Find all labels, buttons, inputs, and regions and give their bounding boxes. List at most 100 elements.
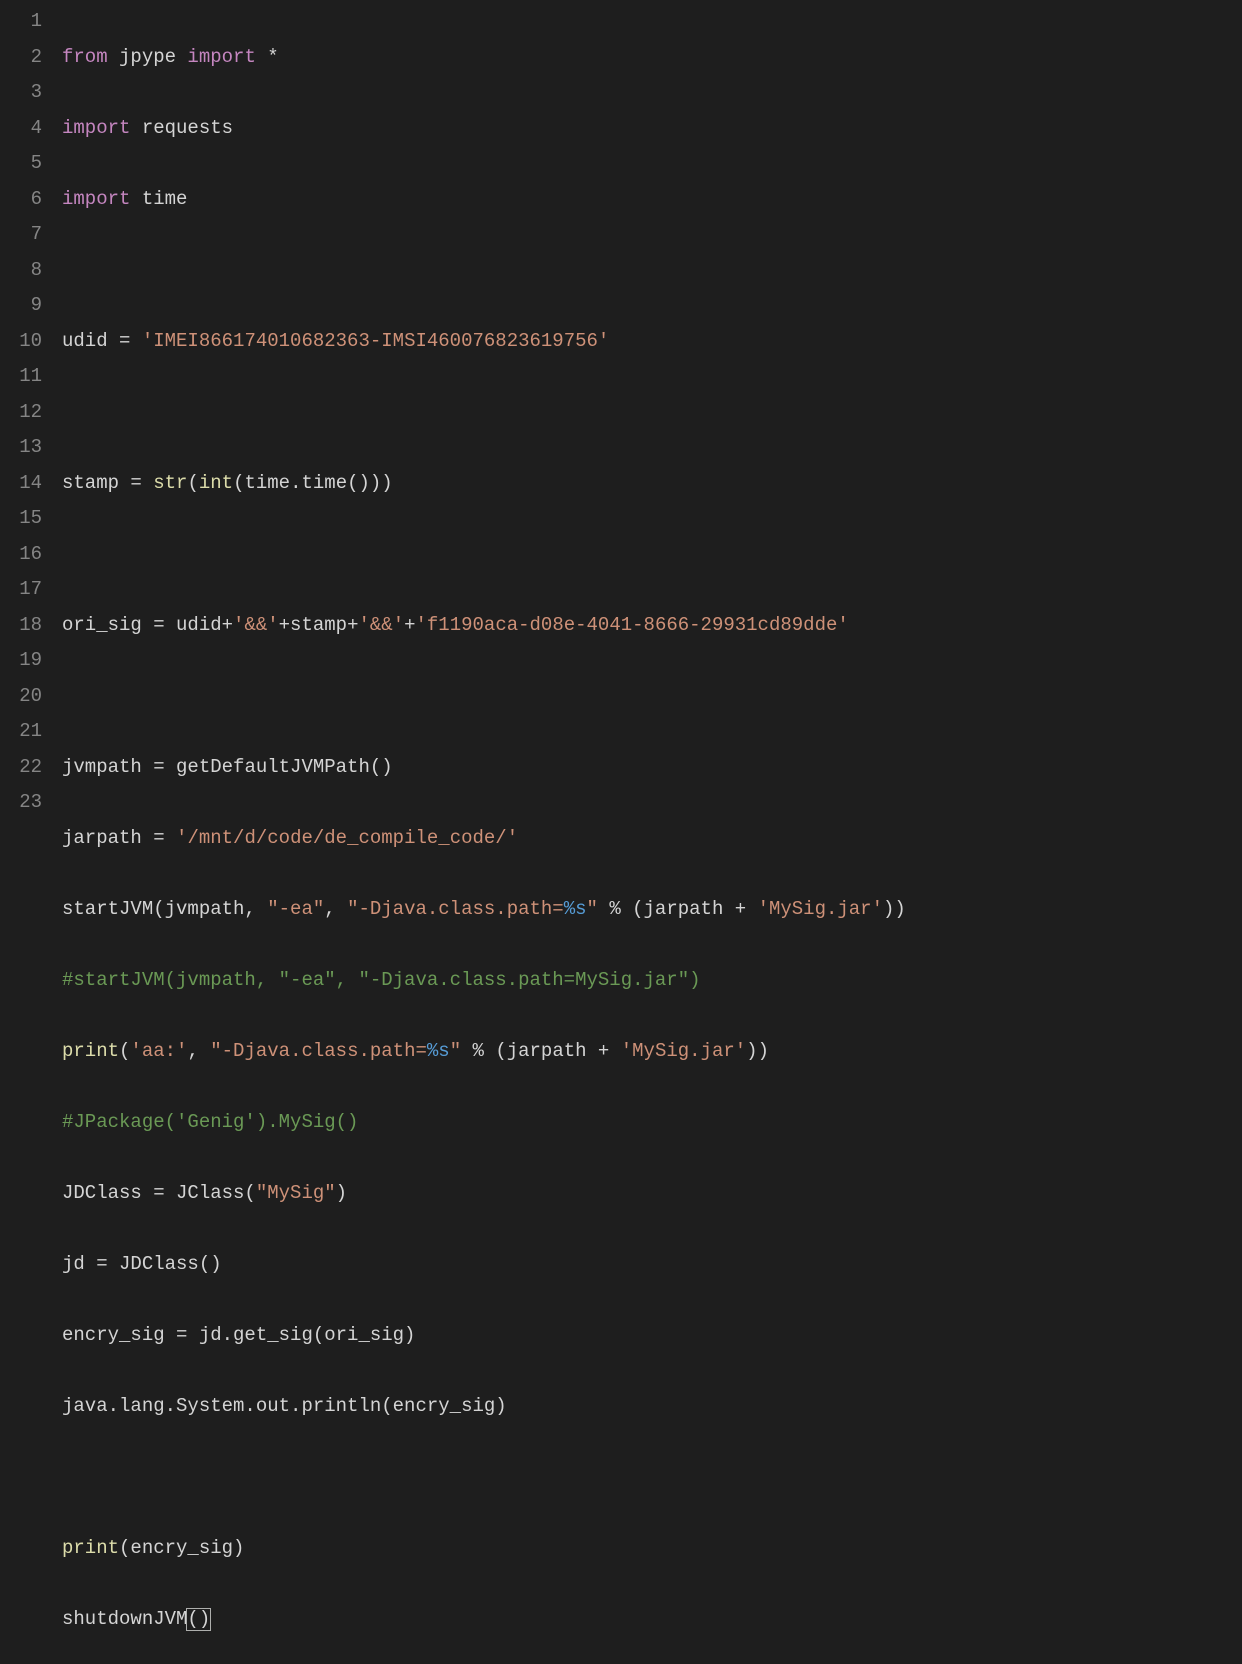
code-line[interactable]: encry_sig = jd.get_sig(ori_sig)	[62, 1318, 1242, 1354]
builtin: int	[199, 472, 233, 494]
line-number: 17	[0, 572, 42, 608]
code-line[interactable]: jarpath = '/mnt/d/code/de_compile_code/'	[62, 821, 1242, 857]
code-line[interactable]: import requests	[62, 111, 1242, 147]
string: "	[587, 898, 598, 920]
variable: ori_sig	[62, 614, 142, 636]
code-line[interactable]: stamp = str(int(time.time()))	[62, 466, 1242, 502]
keyword: import	[62, 188, 142, 210]
line-number: 9	[0, 288, 42, 324]
expr: = udid+	[142, 614, 233, 636]
expr: java.lang.System.out.println(encry_sig)	[62, 1395, 507, 1417]
line-number: 20	[0, 679, 42, 715]
string: 'IMEI866174010682363-IMSI460076823619756…	[142, 330, 609, 352]
comma: ,	[187, 1040, 210, 1062]
comment: #startJVM(jvmpath, "-ea", "-Djava.class.…	[62, 969, 701, 991]
builtin: print	[62, 1537, 119, 1559]
code-line[interactable]: print(encry_sig)	[62, 1531, 1242, 1567]
code-line[interactable]: jvmpath = getDefaultJVMPath()	[62, 750, 1242, 786]
string: 'MySig.jar'	[621, 1040, 746, 1062]
expr: % (jarpath +	[598, 898, 758, 920]
code-line[interactable]: startJVM(jvmpath, "-ea", "-Djava.class.p…	[62, 892, 1242, 928]
code-line[interactable]	[62, 253, 1242, 289]
code-line[interactable]	[62, 679, 1242, 715]
string: 'aa:'	[130, 1040, 187, 1062]
paren: (	[187, 1608, 198, 1630]
string: "MySig"	[256, 1182, 336, 1204]
line-number: 16	[0, 537, 42, 573]
string: "-ea"	[267, 898, 324, 920]
line-number: 22	[0, 750, 42, 786]
line-number: 14	[0, 466, 42, 502]
line-number: 6	[0, 182, 42, 218]
code-line[interactable]	[62, 537, 1242, 573]
expr: encry_sig = jd.get_sig(ori_sig)	[62, 1324, 415, 1346]
code-line[interactable]: java.lang.System.out.println(encry_sig)	[62, 1389, 1242, 1425]
module: requests	[142, 117, 233, 139]
line-number: 13	[0, 430, 42, 466]
code-line[interactable]: shutdownJVM()	[62, 1602, 1242, 1638]
line-number: 23	[0, 785, 42, 821]
string: "-Djava.class.path=	[210, 1040, 427, 1062]
string: "	[450, 1040, 461, 1062]
string: 'MySig.jar'	[758, 898, 883, 920]
paren: (	[119, 1040, 130, 1062]
comment: #JPackage('Genig').MySig()	[62, 1111, 358, 1133]
keyword: from	[62, 46, 119, 68]
code-line[interactable]: jd = JDClass()	[62, 1247, 1242, 1283]
line-number: 1	[0, 4, 42, 40]
code-line[interactable]	[62, 1460, 1242, 1496]
paren: ))	[883, 898, 906, 920]
code-area[interactable]: from jpype import * import requests impo…	[62, 4, 1242, 832]
line-number: 5	[0, 146, 42, 182]
paren: )	[199, 1608, 210, 1630]
code-line[interactable]: ori_sig = udid+'&&'+stamp+'&&'+'f1190aca…	[62, 608, 1242, 644]
line-number: 3	[0, 75, 42, 111]
code-line[interactable]: import time	[62, 182, 1242, 218]
expr: +	[404, 614, 415, 636]
expr: % (jarpath +	[461, 1040, 621, 1062]
cursor-bracket: ()	[186, 1608, 211, 1631]
line-number-gutter: 1234567891011121314151617181920212223	[0, 4, 62, 832]
keyword: import	[62, 117, 142, 139]
line-number: 15	[0, 501, 42, 537]
code-line[interactable]: #JPackage('Genig').MySig()	[62, 1105, 1242, 1141]
code-line[interactable]	[62, 395, 1242, 431]
code-line[interactable]: udid = 'IMEI866174010682363-IMSI46007682…	[62, 324, 1242, 360]
line-number: 18	[0, 608, 42, 644]
string: '/mnt/d/code/de_compile_code/'	[176, 827, 518, 849]
line-number: 4	[0, 111, 42, 147]
expr: jd = JDClass()	[62, 1253, 222, 1275]
operator: =	[142, 827, 176, 849]
line-number: 21	[0, 714, 42, 750]
line-number: 2	[0, 40, 42, 76]
expr: (encry_sig)	[119, 1537, 244, 1559]
paren: ))	[746, 1040, 769, 1062]
line-number: 19	[0, 643, 42, 679]
line-number: 10	[0, 324, 42, 360]
paren: (	[187, 472, 198, 494]
expr: (time.time()))	[233, 472, 393, 494]
string: '&&'	[358, 614, 404, 636]
code-editor[interactable]: 1234567891011121314151617181920212223 fr…	[0, 0, 1242, 832]
code-line[interactable]: from jpype import *	[62, 40, 1242, 76]
operator: =	[108, 330, 142, 352]
call: startJVM(jvmpath,	[62, 898, 267, 920]
string: "-Djava.class.path=	[347, 898, 564, 920]
paren: )	[336, 1182, 347, 1204]
module: time	[142, 188, 188, 210]
code-line[interactable]: #startJVM(jvmpath, "-ea", "-Djava.class.…	[62, 963, 1242, 999]
variable: jvmpath	[62, 756, 142, 778]
comma: ,	[324, 898, 347, 920]
code-line[interactable]: print('aa:', "-Djava.class.path=%s" % (j…	[62, 1034, 1242, 1070]
string: 'f1190aca-d08e-4041-8666-29931cd89dde'	[416, 614, 849, 636]
builtin: print	[62, 1040, 119, 1062]
call: shutdownJVM	[62, 1608, 187, 1630]
code-line[interactable]: JDClass = JClass("MySig")	[62, 1176, 1242, 1212]
line-number: 11	[0, 359, 42, 395]
variable: stamp	[62, 472, 119, 494]
variable: jarpath	[62, 827, 142, 849]
format-spec: %s	[427, 1040, 450, 1062]
module: jpype	[119, 46, 176, 68]
line-number: 12	[0, 395, 42, 431]
format-spec: %s	[564, 898, 587, 920]
